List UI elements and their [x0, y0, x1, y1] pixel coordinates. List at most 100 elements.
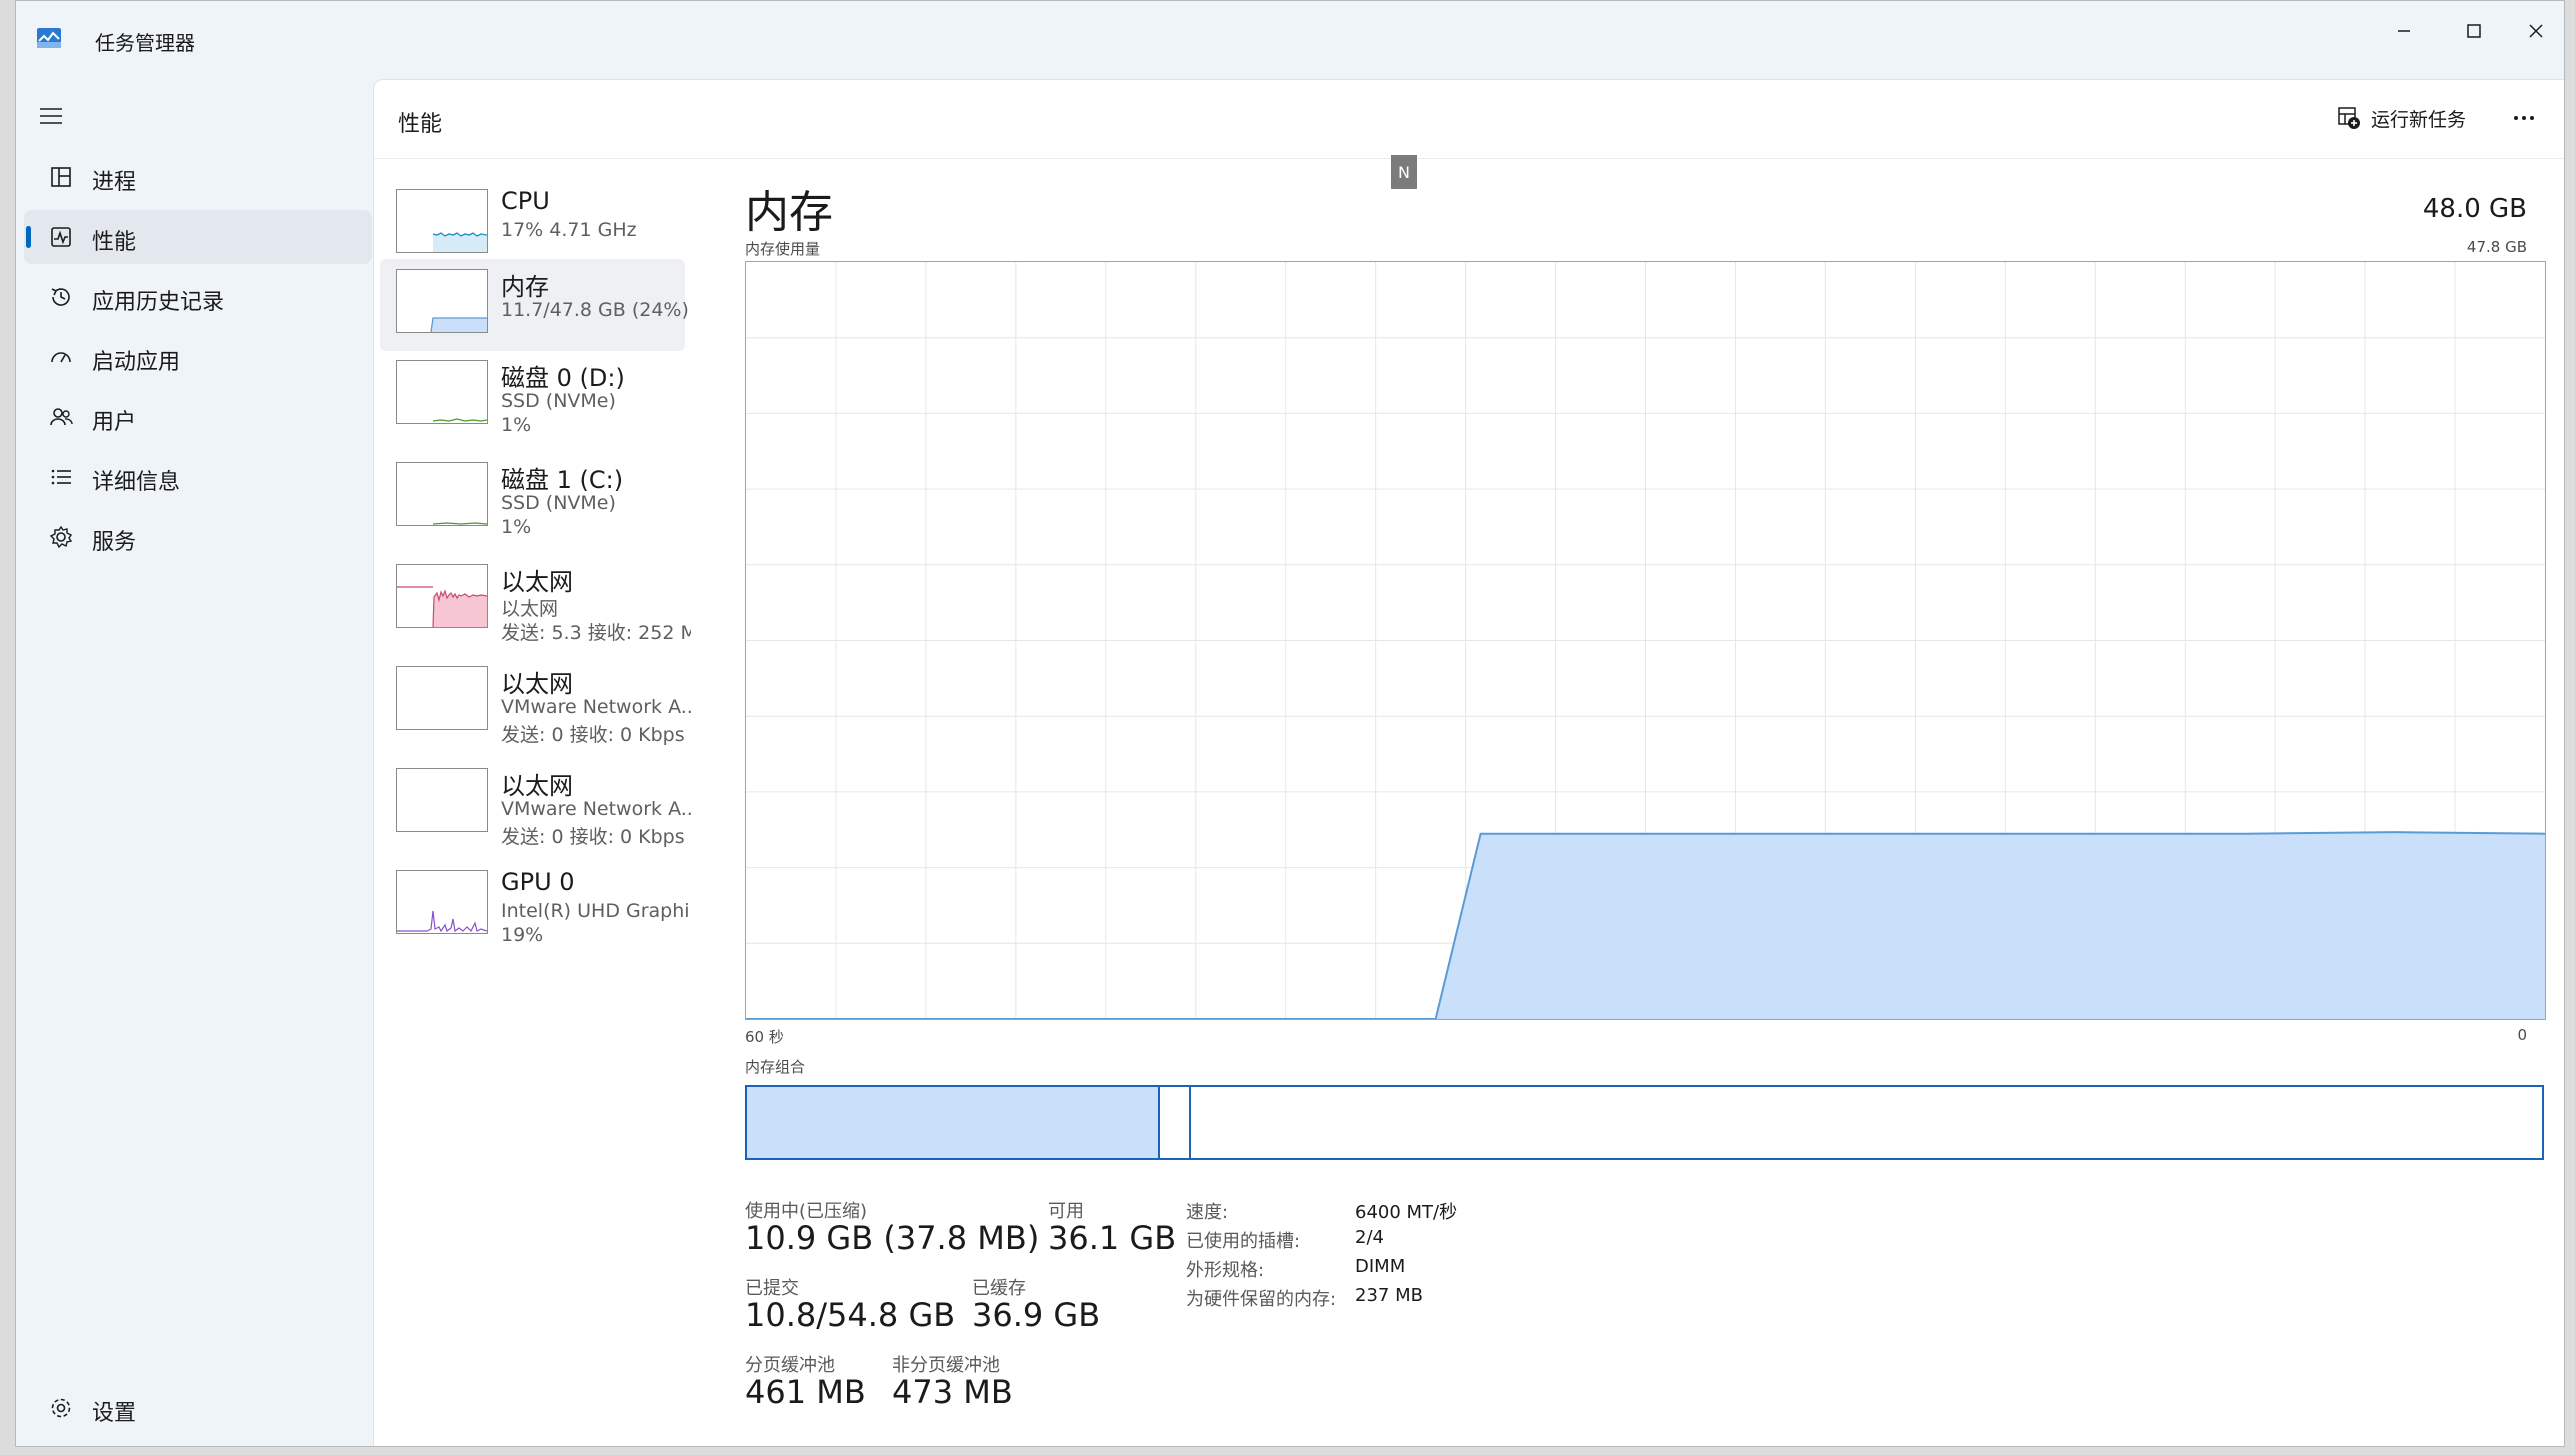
maximize-button[interactable]: [2444, 11, 2504, 51]
perf-item-detail: 以太网: [501, 598, 559, 620]
users-icon: [50, 408, 73, 426]
x-axis-left-label: 60 秒: [745, 1028, 784, 1046]
more-options-button[interactable]: [2504, 98, 2544, 138]
perf-item-ethernet-3[interactable]: 以太网 VMware Network A... 发送: 0 接收: 0 Kbps: [380, 758, 691, 850]
sidebar-item-label: 应用历史记录: [92, 290, 225, 315]
hardware-reserved-label: 为硬件保留的内存:: [1186, 1289, 1337, 1310]
usage-graph-label: 内存使用量: [745, 240, 821, 258]
perf-item-disk-1[interactable]: 磁盘 1 (C:) SSD (NVMe) 1%: [380, 452, 685, 544]
slots-used-label: 已使用的插槽:: [1186, 1231, 1301, 1252]
perf-item-name: GPU 0: [501, 868, 575, 896]
sidebar-item-startup-apps[interactable]: 启动应用: [24, 330, 372, 384]
sidebar-item-label: 设置: [92, 1401, 137, 1426]
x-axis-right-label: 0: [2517, 1026, 2527, 1044]
sidebar-item-processes[interactable]: 进程: [24, 150, 372, 204]
disk-1-thumbnail: [396, 462, 488, 526]
sidebar-item-details[interactable]: 详细信息: [24, 450, 372, 504]
perf-item-usage: 1%: [501, 414, 532, 436]
perf-item-throughput: 发送: 0 接收: 0 Kbps: [501, 826, 685, 848]
hamburger-menu-button[interactable]: [36, 101, 66, 131]
performance-icon: [51, 227, 71, 247]
perf-item-name: CPU: [501, 187, 550, 215]
close-icon: [2529, 24, 2543, 38]
cpu-thumbnail: [396, 189, 488, 253]
run-new-task-button[interactable]: 运行新任务: [2337, 102, 2466, 134]
perf-item-name: 以太网: [501, 568, 573, 596]
sidebar-item-label: 性能: [92, 230, 137, 255]
sidebar-item-label: 启动应用: [92, 350, 181, 375]
title-bar[interactable]: 任务管理器: [16, 1, 2564, 79]
form-factor-label: 外形规格:: [1186, 1260, 1265, 1281]
perf-item-throughput: 发送: 0 接收: 0 Kbps: [501, 724, 685, 746]
sidebar-item-settings[interactable]: 设置: [24, 1381, 372, 1435]
perf-item-detail: 11.7/47.8 GB (24%): [501, 299, 689, 321]
perf-item-ethernet-2[interactable]: 以太网 VMware Network A... 发送: 0 接收: 0 Kbps: [380, 656, 691, 748]
page-title: 性能: [398, 112, 443, 137]
usage-graph-max: 47.8 GB: [2466, 238, 2527, 256]
perf-item-usage: 19%: [501, 924, 544, 946]
more-dots-icon: [2514, 116, 2534, 120]
perf-item-detail: VMware Network A...: [501, 798, 691, 820]
perf-item-ethernet-1[interactable]: 以太网 以太网 发送: 5.3 接收: 252 Mb: [380, 554, 691, 646]
committed-value: 10.8/54.8 GB: [745, 1296, 956, 1334]
sidebar-item-label: 服务: [92, 530, 137, 555]
available-value: 36.1 GB: [1048, 1219, 1177, 1257]
perf-item-name: 磁盘 1 (C:): [501, 466, 624, 494]
perf-item-detail: Intel(R) UHD Graphi...: [501, 900, 691, 922]
cached-value: 36.9 GB: [972, 1296, 1101, 1334]
sidebar-item-services[interactable]: 服务: [24, 510, 372, 564]
task-manager-window: 任务管理器 进程 性能 应用历史记录 启动应用 用户 详细信息 服务 设置 性能…: [15, 0, 2565, 1447]
in-use-value: 10.9 GB (37.8 MB): [745, 1219, 1040, 1257]
paged-pool-value: 461 MB: [745, 1373, 866, 1411]
run-new-task-label: 运行新任务: [2370, 108, 2466, 131]
perf-item-name: 以太网: [501, 670, 573, 698]
ethernet-1-thumbnail: [396, 564, 488, 628]
perf-item-usage: 1%: [501, 516, 532, 538]
perf-item-throughput: 发送: 5.3 接收: 252 Mb: [501, 622, 691, 644]
perf-item-name: 以太网: [501, 772, 573, 800]
close-button[interactable]: [2506, 11, 2564, 51]
processes-icon: [51, 167, 71, 187]
perf-item-name: 内存: [501, 273, 549, 301]
sidebar-item-label: 详细信息: [92, 470, 181, 495]
sidebar-item-users[interactable]: 用户: [24, 390, 372, 444]
composition-in-use-segment: [747, 1087, 1160, 1158]
nonpaged-pool-value: 473 MB: [892, 1373, 1013, 1411]
sidebar: 进程 性能 应用历史记录 启动应用 用户 详细信息 服务 设置: [16, 79, 373, 1446]
disk-0-thumbnail: [396, 360, 488, 424]
details-list-icon: [51, 469, 71, 485]
memory-usage-graph: [745, 261, 2546, 1020]
sidebar-item-label: 用户: [92, 410, 137, 435]
perf-item-detail: SSD (NVMe): [501, 492, 616, 514]
sidebar-item-app-history[interactable]: 应用历史记录: [24, 270, 372, 324]
memory-composition-bar: [745, 1085, 2544, 1160]
services-gear-icon: [49, 525, 73, 549]
perf-item-memory[interactable]: 内存 11.7/47.8 GB (24%): [380, 259, 689, 351]
form-factor-value: DIMM: [1355, 1256, 1406, 1277]
slots-used-value: 2/4: [1355, 1227, 1384, 1248]
perf-item-detail: SSD (NVMe): [501, 390, 616, 412]
sidebar-item-performance[interactable]: 性能: [24, 210, 372, 264]
memory-usage-chart: [746, 262, 2546, 1020]
perf-item-disk-0[interactable]: 磁盘 0 (D:) SSD (NVMe) 1%: [380, 350, 685, 442]
detail-title: 内存: [745, 187, 833, 238]
total-memory: 48.0 GB: [2422, 194, 2527, 224]
gpu-0-thumbnail: [396, 870, 488, 934]
header-divider: [374, 158, 2564, 159]
composition-modified-segment: [1160, 1087, 1191, 1158]
hardware-reserved-value: 237 MB: [1355, 1285, 1423, 1306]
perf-item-name: 磁盘 0 (D:): [501, 364, 625, 392]
startup-gauge-icon: [51, 352, 71, 363]
perf-item-gpu-0[interactable]: GPU 0 Intel(R) UHD Graphi... 19%: [380, 860, 691, 952]
history-icon: [51, 288, 70, 306]
perf-item-cpu[interactable]: CPU 17% 4.71 GHz: [380, 179, 685, 271]
memory-thumbnail: [396, 269, 488, 333]
minimize-button[interactable]: [2374, 11, 2434, 51]
task-manager-app-icon: [36, 27, 62, 49]
minimize-icon: [2398, 30, 2410, 32]
maximize-icon: [2467, 24, 2481, 38]
selection-indicator: [26, 226, 31, 248]
settings-gear-icon: [51, 1398, 71, 1418]
n-badge: N: [1391, 155, 1417, 189]
run-task-icon: [2338, 107, 2360, 129]
